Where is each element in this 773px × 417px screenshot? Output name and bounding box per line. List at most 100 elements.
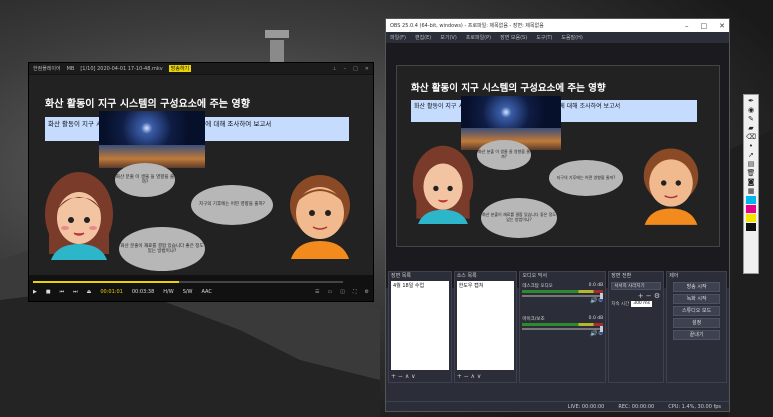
dot-icon[interactable]: •	[749, 142, 753, 150]
screen-icon[interactable]: ▭	[328, 289, 333, 295]
arrow-icon[interactable]: ➚	[748, 151, 754, 159]
close-icon[interactable]: ✕	[719, 22, 725, 30]
capture-icon[interactable]: ◫	[340, 289, 345, 295]
camera-icon[interactable]: ◙	[748, 178, 755, 186]
speech-bubble-1: 화산 분출 이 생물 들 영향을 줄까?	[115, 163, 175, 197]
boy-character	[290, 175, 350, 259]
obs-menu-item[interactable]: 편집(E)	[415, 34, 431, 41]
board-icon[interactable]: ▦	[748, 187, 755, 195]
preview-bubble-1: 화산 분출 이 생물 들 영향을 줄까?	[477, 140, 531, 170]
player-control-bar: ▶ ■ ⏮ ⏭ ⏏ 00:01:01 00:03:38 H/W S/W AAC …	[29, 279, 373, 301]
color-swatch-cyan[interactable]	[746, 196, 756, 204]
sources-dock: 소스 목록 한도우 캡쳐 + − ∧ ∨	[453, 271, 518, 383]
maximize-icon[interactable]: □	[353, 66, 358, 72]
volume-slider[interactable]	[522, 326, 604, 332]
obs-menu-item[interactable]: 보기(V)	[440, 34, 457, 41]
fullscreen-icon[interactable]: ⛶	[353, 289, 357, 295]
scenes-list[interactable]: 4월 18일 수업	[391, 281, 449, 370]
galaxy-photo	[99, 111, 205, 168]
start-recording-button[interactable]: 녹화 시작	[673, 294, 720, 304]
broadcast-badge[interactable]: 방송하기	[168, 65, 192, 72]
open-icon[interactable]: ⏏	[87, 289, 92, 295]
eye-icon[interactable]: ◉	[748, 106, 754, 114]
transitions-label: 장면 전환	[611, 273, 632, 279]
obs-menu-item[interactable]: 파일(F)	[390, 34, 406, 41]
next-icon[interactable]: ⏭	[73, 289, 78, 295]
speech-bubble-3: 화산 분출이 재료를 결합 있습니다 좋은 정도 있는 방법이냐?	[119, 227, 205, 271]
color-swatch-magenta[interactable]	[746, 205, 756, 213]
duration-input[interactable]: 300 ms	[631, 301, 652, 307]
close-icon[interactable]: ✕	[365, 66, 369, 72]
transition-add-remove[interactable]: + − ⚙	[609, 292, 663, 300]
speaker-icon[interactable]: 🔊⚙	[522, 297, 603, 304]
mixer-label: 오디오 믹서	[522, 273, 547, 279]
sources-list[interactable]: 한도우 캡쳐	[456, 281, 515, 370]
video-player-window: 한컴플레이어 MB [1/10] 2020-04-01 17-10-48.mkv…	[28, 62, 374, 302]
mode-aac[interactable]: AAC	[202, 289, 212, 295]
obs-window-title: OBS 25.0.4 (64-bit, windows) - 프로파일: 제목없…	[390, 23, 544, 29]
highlighter-icon[interactable]: ▰	[748, 124, 753, 132]
obs-menu-item[interactable]: 프로파일(P)	[466, 34, 491, 41]
player-menu-hint[interactable]: MB	[67, 66, 75, 72]
settings-button[interactable]: 설정	[673, 318, 720, 328]
player-titlebar: 한컴플레이어 MB [1/10] 2020-04-01 17-10-48.mkv…	[29, 63, 373, 74]
mode-hw[interactable]: H/W	[163, 289, 173, 295]
obs-docks: 장면 목록 4월 18일 수업 + − ∧ ∨ 소스 목록 한도우 캡쳐 + −…	[388, 271, 727, 383]
obs-menu-item[interactable]: 도움말(H)	[561, 34, 582, 41]
eraser-icon[interactable]: ⌫	[746, 133, 756, 141]
settings-icon[interactable]: ⚙	[365, 289, 369, 295]
prev-icon[interactable]: ⏮	[60, 289, 65, 295]
live-status: LIVE: 00:00:00	[567, 403, 605, 410]
stop-icon[interactable]: ■	[46, 289, 51, 295]
clipboard-icon[interactable]: ▤	[748, 160, 755, 168]
total-time: 00:03:38	[131, 289, 155, 295]
preview-bubble-3: 화산 분출이 재료를 결합 있습니다 좋은 정도 있는 방법이냐?	[481, 198, 557, 238]
color-swatch-yellow[interactable]	[746, 214, 756, 222]
cpu-status: CPU: 1.4%, 30.00 fps	[668, 403, 721, 410]
play-icon[interactable]: ▶	[33, 289, 37, 295]
controls-label: 제어	[669, 273, 679, 279]
mixer-track-mic: 마이크/보조 0.0 dB 🔊⚙	[522, 316, 604, 337]
obs-menu-item[interactable]: 장면 모음(S)	[500, 34, 527, 41]
preview-slide: 화산 활동이 지구 시스템의 구성요소에 주는 영향 화산 활동이 지구 시스템…	[396, 65, 720, 247]
scene-tools[interactable]: + − ∧ ∨	[391, 373, 416, 380]
speaker-icon[interactable]: 🔊⚙	[522, 330, 603, 337]
scene-item[interactable]: 4월 18일 수업	[391, 281, 449, 290]
track-level: 0.0 dB	[588, 316, 604, 321]
playlist-icon[interactable]: ☰	[315, 289, 319, 295]
obs-statusbar: LIVE: 00:00:00 REC: 00:00:00 CPU: 1.4%, …	[386, 401, 729, 411]
scenes-label: 장면 목록	[391, 273, 411, 279]
source-item[interactable]: 한도우 캡쳐	[457, 281, 515, 290]
scenes-dock: 장면 목록 4월 18일 수업 + − ∧ ∨	[388, 271, 452, 383]
obs-preview[interactable]: 화산 활동이 지구 시스템의 구성요소에 주는 영향 화산 활동이 지구 시스템…	[386, 43, 729, 288]
obs-titlebar: OBS 25.0.4 (64-bit, windows) - 프로파일: 제목없…	[386, 19, 729, 32]
minimize-icon[interactable]: –	[344, 66, 347, 72]
track-level: 0.0 dB	[588, 283, 604, 288]
mixer-track-desktop: 데스크탑 오디오 0.0 dB 🔊⚙	[522, 283, 604, 304]
player-app-name[interactable]: 한컴플레이어	[33, 65, 61, 72]
obs-window: OBS 25.0.4 (64-bit, windows) - 프로파일: 제목없…	[385, 18, 730, 412]
pencil-icon[interactable]: ✎	[748, 115, 754, 123]
duration-label: 지속 시간	[611, 302, 630, 307]
obs-menubar: 파일(F) 편집(E) 보기(V) 프로파일(P) 장면 모음(S) 도구(T) 도움말(H…	[386, 32, 729, 42]
seek-bar[interactable]	[33, 281, 343, 283]
preview-girl-character	[412, 145, 474, 224]
volume-slider[interactable]	[522, 293, 604, 299]
obs-menu-item[interactable]: 도구(T)	[536, 34, 552, 41]
trash-icon[interactable]: 🗑	[747, 169, 756, 177]
source-tools[interactable]: + − ∧ ∨	[457, 373, 482, 380]
sources-label: 소스 목록	[456, 273, 477, 279]
mode-sw[interactable]: S/W	[183, 289, 193, 295]
studio-mode-button[interactable]: 스튜디오 모드	[673, 306, 720, 316]
maximize-icon[interactable]: □	[701, 22, 708, 30]
minimize-icon[interactable]: –	[685, 22, 689, 30]
start-streaming-button[interactable]: 방송 시작	[673, 282, 720, 292]
girl-character	[45, 172, 113, 260]
preview-bubble-2: 지구의 기후에는 어떤 영향을 줄까?	[549, 160, 623, 196]
exit-button[interactable]: 끝내기	[673, 330, 720, 340]
pen-icon[interactable]: ✒	[748, 97, 754, 105]
color-swatch-black[interactable]	[746, 223, 756, 231]
pin-icon[interactable]: ⊥	[332, 66, 336, 72]
track-name: 데스크탑 오디오	[522, 284, 553, 289]
transition-select[interactable]: 서서히 사라지기	[611, 282, 662, 290]
